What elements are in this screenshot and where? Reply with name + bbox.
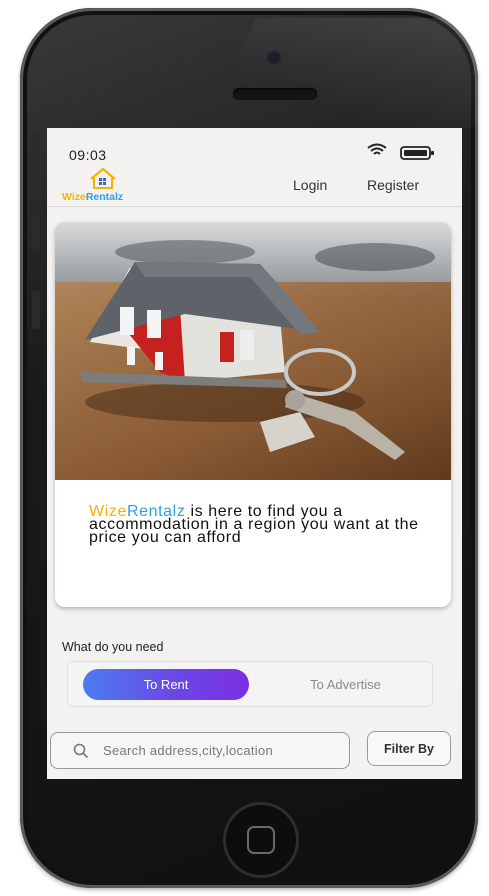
home-square-icon (247, 826, 275, 854)
search-icon (73, 743, 89, 764)
silent-switch (32, 133, 40, 173)
hero-image (55, 222, 451, 480)
volume-up-button (32, 213, 40, 251)
logo-wize: Wize (62, 191, 86, 203)
logo-rentalz: Rentalz (85, 191, 124, 203)
filter-by-button[interactable]: Filter By (367, 731, 451, 766)
login-link[interactable]: Login (293, 177, 327, 193)
search-input[interactable] (103, 733, 346, 768)
register-link[interactable]: Register (367, 177, 419, 193)
need-toggle: To Rent To Advertise (67, 661, 433, 707)
battery-icon (400, 146, 436, 165)
earpiece-speaker (233, 88, 317, 100)
home-button[interactable] (226, 805, 296, 875)
hero-card: WizeRentalz is here to find you a accomm… (55, 222, 451, 607)
app-screen: 09:03 WizeRentalz Login Register WizeRen… (47, 128, 462, 779)
to-advertise-button[interactable]: To Advertise (268, 669, 423, 700)
phone-glare (204, 18, 489, 128)
search-box[interactable] (50, 732, 350, 769)
need-label: What do you need (62, 640, 164, 654)
header-divider (47, 206, 462, 207)
hero-tagline: WizeRentalz is here to find you a accomm… (89, 504, 429, 546)
status-time: 09:03 (69, 147, 107, 163)
logo-wordmark: WizeRentalz (62, 191, 123, 203)
to-rent-button[interactable]: To Rent (83, 669, 249, 700)
volume-down-button (32, 291, 40, 329)
wifi-icon (367, 143, 387, 162)
app-logo[interactable]: WizeRentalz (62, 167, 142, 203)
front-camera (268, 52, 280, 64)
